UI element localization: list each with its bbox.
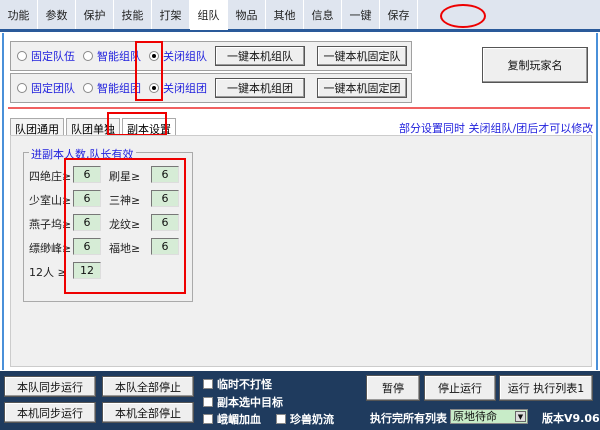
tab-fight[interactable]: 打架 [152, 0, 190, 29]
tab-skills[interactable]: 技能 [114, 0, 152, 29]
tab-onekey[interactable]: 一键 [342, 0, 380, 29]
stop-run-button[interactable]: 停止运行 [424, 375, 496, 401]
pet-heal-checkbox[interactable]: 珍兽奶流 [276, 411, 334, 427]
select-value: 原地待命 [453, 410, 497, 423]
divider [8, 107, 590, 109]
tab-info[interactable]: 信息 [304, 0, 342, 29]
after-list-label: 执行完所有列表 [370, 412, 447, 425]
copy-player-name-button[interactable]: 复制玩家名 [482, 47, 588, 83]
field-label: 12人 ≥ [29, 266, 67, 279]
onekey-team-button[interactable]: 一键本机组队 [215, 46, 305, 66]
chevron-down-icon[interactable]: ▼ [515, 411, 526, 422]
radio-label: 关闭组团 [163, 82, 207, 95]
highlight-box [64, 158, 186, 294]
tab-function[interactable]: 功能 [0, 0, 38, 29]
tab-items[interactable]: 物品 [228, 0, 266, 29]
highlight-box [107, 112, 167, 136]
radio-smart-group[interactable]: 智能组团 [83, 80, 141, 96]
tab-protect[interactable]: 保护 [76, 0, 114, 29]
radio-label: 关闭组队 [163, 50, 207, 63]
checkbox-label: 珍兽奶流 [290, 413, 334, 426]
radio-fixed-group[interactable]: 固定团队 [17, 80, 75, 96]
onekey-group-button[interactable]: 一键本机组团 [215, 78, 305, 98]
group-mode-group: 固定团队 智能组团 关闭组团 一键本机组团 一键本机固定团 [10, 73, 412, 103]
tab-params[interactable]: 参数 [38, 0, 76, 29]
team-mode-group: 固定队伍 智能组队 关闭组队 一键本机组队 一键本机固定队 [10, 41, 412, 71]
radio-smart-team[interactable]: 智能组队 [83, 48, 141, 64]
main-tab-bar: 功能 参数 保护 技能 打架 组队 物品 其他 信息 一键 保存 [0, 0, 600, 32]
hint-text: 部分设置同时 关闭组队/团后才可以修改 [399, 122, 594, 135]
onekey-fixed-team-button[interactable]: 一键本机固定队 [317, 46, 407, 66]
local-sync-run-button[interactable]: 本机同步运行 [4, 402, 96, 423]
run-list-button[interactable]: 运行 执行列表1 [499, 375, 593, 401]
checkbox-label: 峨嵋加血 [217, 413, 261, 426]
onekey-fixed-group-button[interactable]: 一键本机固定团 [317, 78, 407, 98]
dungeon-settings-panel: 进副本人数,队长有效 四绝庄≥ 6 少室山≥ 6 燕子坞≥ 6 缥缈峰≥ 6 1… [10, 135, 592, 367]
checkbox-label: 临时不打怪 [217, 378, 272, 391]
no-attack-checkbox[interactable]: 临时不打怪 [203, 376, 272, 392]
dungeon-target-checkbox[interactable]: 副本选中目标 [203, 394, 283, 410]
tab-team[interactable]: 组队 [190, 0, 228, 30]
pause-button[interactable]: 暂停 [366, 375, 420, 401]
emei-heal-checkbox[interactable]: 峨嵋加血 [203, 411, 261, 427]
highlight-circle [440, 4, 486, 28]
team-sync-run-button[interactable]: 本队同步运行 [4, 376, 96, 397]
checkbox-label: 副本选中目标 [217, 396, 283, 409]
version-label: 版本V9.06 [542, 412, 600, 425]
tab-save[interactable]: 保存 [380, 0, 418, 29]
tab-other[interactable]: 其他 [266, 0, 304, 29]
radio-fixed-team[interactable]: 固定队伍 [17, 48, 75, 64]
team-stop-all-button[interactable]: 本队全部停止 [102, 376, 194, 397]
after-list-select[interactable]: 原地待命 ▼ [450, 409, 528, 424]
team-page: 固定队伍 智能组队 关闭组队 一键本机组队 一键本机固定队 固定团队 智能组团 … [2, 33, 598, 370]
control-bar: 本队同步运行 本队全部停止 本机同步运行 本机全部停止 临时不打怪 副本选中目标… [0, 371, 600, 430]
local-stop-all-button[interactable]: 本机全部停止 [102, 402, 194, 423]
radio-label: 固定团队 [31, 82, 75, 95]
highlight-box [135, 41, 163, 101]
radio-label: 固定队伍 [31, 50, 75, 63]
